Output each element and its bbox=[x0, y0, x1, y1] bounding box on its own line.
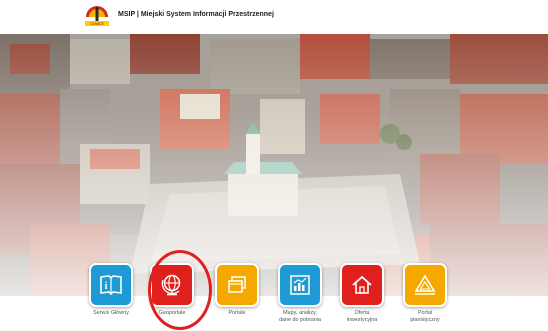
page-title: MSIP | Miejski System Informacji Przestr… bbox=[118, 11, 274, 18]
tile-portal-planistyczny-label[interactable]: Portal planistyczny bbox=[400, 310, 450, 324]
chart-icon bbox=[290, 275, 310, 295]
tile-portale-box[interactable] bbox=[215, 263, 259, 307]
city-logo[interactable]: GLIWICE bbox=[82, 3, 112, 31]
tile-geoportale[interactable]: Geoportale bbox=[147, 263, 197, 317]
tile-oferta-inwestycyjna-box[interactable] bbox=[340, 263, 384, 307]
tile-serwis-glowny-box[interactable]: i bbox=[89, 263, 133, 307]
tile-oferta-inwestycyjna-label[interactable]: Oferta inwestycyjna bbox=[337, 310, 387, 324]
globe-icon bbox=[161, 274, 181, 296]
tile-mapy-analizy-label[interactable]: Mapy, analizy, dane do pobrania bbox=[275, 310, 325, 324]
home-icon bbox=[352, 275, 372, 294]
logo-text: GLIWICE bbox=[90, 22, 103, 26]
site-header: GLIWICE MSIP | Miejski System Informacji… bbox=[0, 0, 548, 34]
tile-portale-label[interactable]: Portale bbox=[212, 310, 262, 317]
svg-text:i: i bbox=[105, 281, 108, 292]
aerial-city-illustration bbox=[0, 34, 548, 296]
windows-icon bbox=[228, 276, 246, 293]
tile-portal-planistyczny-box[interactable] bbox=[403, 263, 447, 307]
ruler-triangle-icon bbox=[414, 274, 436, 295]
tile-portale[interactable]: Portale bbox=[212, 263, 262, 317]
tile-serwis-glowny-label[interactable]: Serwis Główny bbox=[86, 310, 136, 317]
tile-mapy-analizy[interactable]: Mapy, analizy, dane do pobrania bbox=[275, 263, 325, 324]
tile-serwis-glowny[interactable]: i Serwis Główny bbox=[86, 263, 136, 317]
tile-portal-planistyczny[interactable]: Portal planistyczny bbox=[400, 263, 450, 324]
portal-tiles: i Serwis Główny Geoportale Portale Mapy,… bbox=[0, 263, 548, 331]
tile-geoportale-label[interactable]: Geoportale bbox=[147, 310, 197, 317]
tile-mapy-analizy-box[interactable] bbox=[278, 263, 322, 307]
tile-geoportale-box[interactable] bbox=[150, 263, 194, 307]
book-info-icon: i bbox=[100, 275, 122, 296]
hero-city-image bbox=[0, 34, 548, 296]
tile-oferta-inwestycyjna[interactable]: Oferta inwestycyjna bbox=[337, 263, 387, 324]
